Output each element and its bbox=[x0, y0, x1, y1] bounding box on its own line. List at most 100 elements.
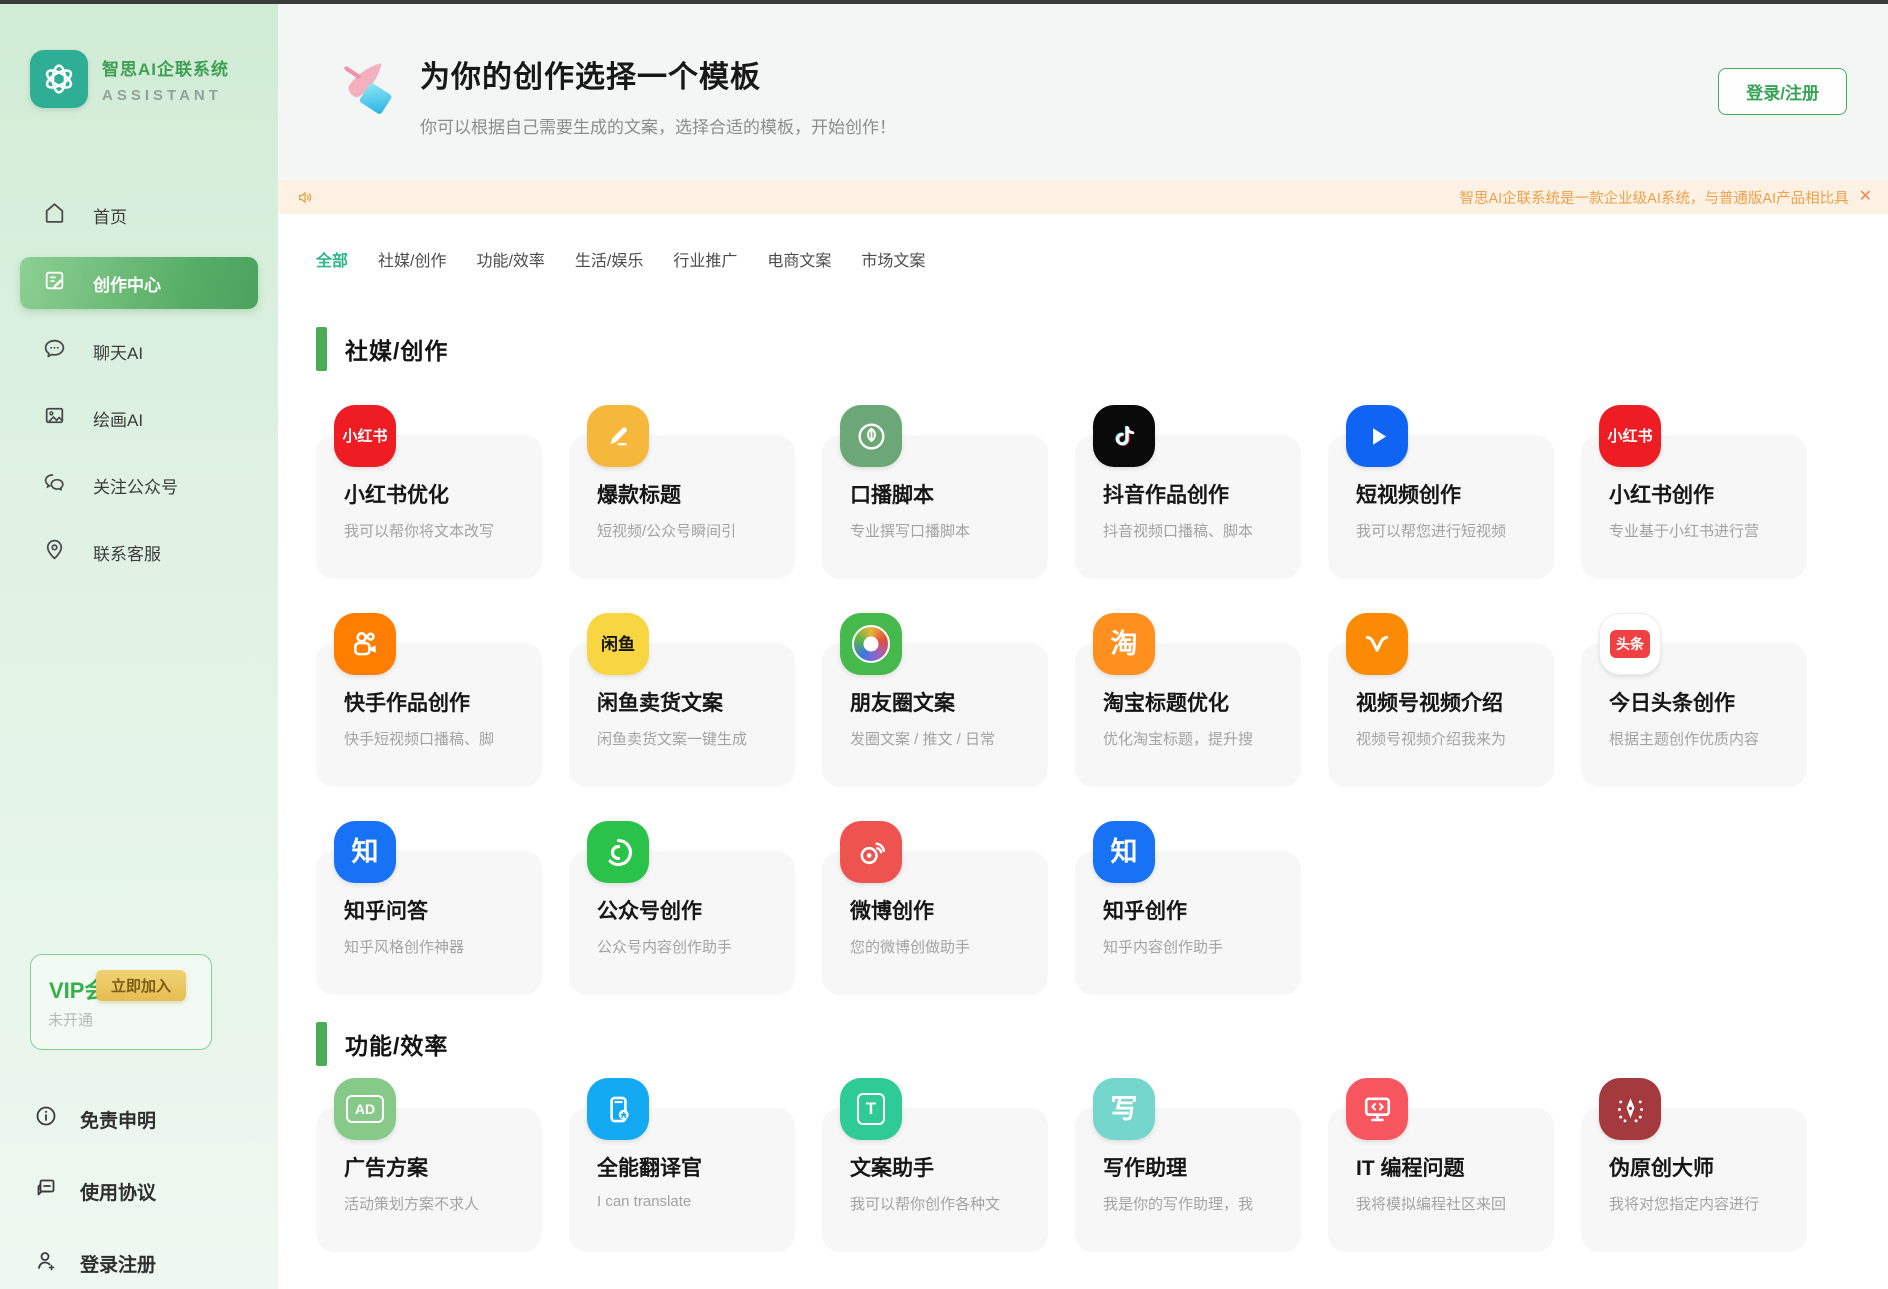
template-card-口播脚本[interactable]: 口播脚本专业撰写口播脚本 bbox=[822, 405, 1048, 579]
sidebar-item-绘画AI[interactable]: 绘画AI bbox=[0, 393, 278, 443]
template-grid: AD 广告方案活动策划方案不求人 全能翻译官 I can translate T 文案助手… bbox=[316, 1078, 1808, 1252]
sidebar-item-创作中心[interactable]: 创作中心 bbox=[20, 257, 258, 309]
template-card-今日头条创作[interactable]: 头条 今日头条创作 根据主题创作优质内容 bbox=[1581, 613, 1807, 787]
pencil-icon bbox=[587, 405, 649, 467]
template-card-广告方案[interactable]: AD 广告方案活动策划方案不求人 bbox=[316, 1078, 542, 1252]
section-header: 社媒/创作 bbox=[316, 327, 1808, 371]
info-icon bbox=[34, 1104, 58, 1134]
tab-电商文案[interactable]: 电商文案 bbox=[767, 247, 831, 271]
section-title: 社媒/创作 bbox=[345, 338, 449, 364]
template-card-IT 编程问题[interactable]: IT 编程问题我将模拟编程社区来回 bbox=[1328, 1078, 1554, 1252]
tab-社媒/创作[interactable]: 社媒/创作 bbox=[378, 247, 446, 271]
zhihu-icon: 知 bbox=[1093, 821, 1155, 883]
card-desc: 快手短视频口播稿、脚 bbox=[344, 731, 495, 748]
translator-icon bbox=[587, 1078, 649, 1140]
card-desc: 我将模拟编程社区来回 bbox=[1356, 1196, 1507, 1213]
card-desc: 专业撰写口播脚本 bbox=[850, 523, 971, 540]
sidebar-link-登录注册[interactable]: 登录注册 bbox=[0, 1240, 278, 1286]
template-card-伪原创大师[interactable]: 伪原创大师我将对您指定内容进行 bbox=[1581, 1078, 1807, 1252]
card-title: 视频号视频介绍 bbox=[1356, 692, 1503, 715]
tab-市场文案[interactable]: 市场文案 bbox=[861, 247, 925, 271]
login-register-button[interactable]: 登录/注册 bbox=[1718, 68, 1847, 115]
sidebar-item-label: 关注公众号 bbox=[93, 477, 178, 497]
card-title: 文案助手 bbox=[850, 1157, 934, 1180]
card-title: 今日头条创作 bbox=[1609, 692, 1735, 715]
template-card-爆款标题[interactable]: 爆款标题 短视频/公众号瞬间引 bbox=[569, 405, 795, 579]
xiaohongshu-icon: 小红书 bbox=[1599, 405, 1661, 467]
card-desc: 根据主题创作优质内容 bbox=[1609, 731, 1760, 748]
sidebar-item-label: 绘画AI bbox=[93, 410, 144, 430]
template-card-快手作品创作[interactable]: 快手作品创作快手短视频口播稿、脚 bbox=[316, 613, 542, 787]
it-monitor-icon bbox=[1346, 1078, 1408, 1140]
wechat-channels-icon bbox=[1346, 613, 1408, 675]
card-desc: 我将对您指定内容进行 bbox=[1609, 1196, 1760, 1213]
card-desc: 我是你的写作助理，我 bbox=[1103, 1196, 1254, 1213]
xiaohongshu-icon: 小红书 bbox=[334, 405, 396, 467]
template-card-朋友圈文案[interactable]: 朋友圈文案 发圈文案 / 推文 / 日常 bbox=[822, 613, 1048, 787]
template-card-闲鱼卖货文案[interactable]: 闲鱼 闲鱼卖货文案 闲鱼卖货文案一键生成 bbox=[569, 613, 795, 787]
section-header: 功能/效率 bbox=[316, 1022, 1808, 1066]
sidebar-link-免责申明[interactable]: 免责申明 bbox=[0, 1096, 278, 1142]
tab-行业推广[interactable]: 行业推广 bbox=[673, 247, 737, 271]
close-icon[interactable]: ✕ bbox=[1859, 189, 1872, 205]
card-desc: 我可以帮您进行短视频 bbox=[1356, 523, 1507, 540]
agreement-icon bbox=[34, 1176, 58, 1206]
category-tabs: 全部 社媒/创作 功能/效率 生活/娱乐 行业推广 电商文案 市场文案 bbox=[316, 247, 1808, 271]
card-title: 小红书优化 bbox=[344, 484, 449, 507]
sidebar-link-label: 登录注册 bbox=[80, 1254, 157, 1276]
template-card-知乎创作[interactable]: 知知乎创作 知乎内容创作助手 bbox=[1075, 821, 1301, 995]
card-desc: 短视频/公众号瞬间引 bbox=[597, 523, 737, 540]
speaker-icon bbox=[298, 191, 312, 203]
vip-card[interactable]: VIP会 立即加入 未开通 bbox=[30, 954, 212, 1050]
template-card-文案助手[interactable]: T 文案助手 我可以帮你创作各种文 bbox=[822, 1078, 1048, 1252]
sidebar-item-联系客服[interactable]: 联系客服 bbox=[0, 527, 278, 577]
sidebar-item-label: 聊天AI bbox=[93, 343, 144, 363]
tab-功能/效率[interactable]: 功能/效率 bbox=[476, 247, 544, 271]
zhihu-icon: 知 bbox=[334, 821, 396, 883]
sidebar-item-首页[interactable]: 首页 bbox=[0, 190, 278, 240]
card-title: 广告方案 bbox=[344, 1157, 428, 1180]
page-title: 为你的创作选择一个模板 bbox=[420, 61, 761, 94]
card-title: 口播脚本 bbox=[850, 484, 934, 507]
app-window: 智思AI企联系统 ASSISTANT 首页 创作中心 聊天AI 绘画AI 关注公众号 联系… bbox=[0, 0, 1888, 1289]
copywriting-t-icon: T bbox=[840, 1078, 902, 1140]
announcement-bar: 智思AI企联系统是一款企业级AI系统，与普通版AI产品相比具 ✕ bbox=[278, 180, 1888, 214]
template-card-抖音作品创作[interactable]: 抖音作品创作 抖音视频口播稿、脚本 bbox=[1075, 405, 1301, 579]
template-card-全能翻译官[interactable]: 全能翻译官 I can translate bbox=[569, 1078, 795, 1252]
tab-生活/娱乐[interactable]: 生活/娱乐 bbox=[575, 247, 643, 271]
template-card-写作助理[interactable]: 写写作助理 我是你的写作助理，我 bbox=[1075, 1078, 1301, 1252]
section-title: 功能/效率 bbox=[345, 1033, 449, 1059]
vip-join-button[interactable]: 立即加入 bbox=[96, 970, 187, 1001]
ad-icon: AD bbox=[334, 1078, 396, 1140]
card-title: 快手作品创作 bbox=[344, 692, 470, 715]
sidebar-item-关注公众号[interactable]: 关注公众号 bbox=[0, 460, 278, 510]
card-desc: 活动策划方案不求人 bbox=[344, 1196, 480, 1213]
xianyu-icon: 闲鱼 bbox=[587, 613, 649, 675]
app-subtitle: ASSISTANT bbox=[102, 86, 222, 104]
template-card-小红书优化[interactable]: 小红书 小红书优化 我可以帮你将文本改写 bbox=[316, 405, 542, 579]
card-title: 闲鱼卖货文案 bbox=[597, 692, 723, 715]
card-desc: 优化淘宝标题，提升搜 bbox=[1103, 731, 1254, 748]
card-title: 淘宝标题优化 bbox=[1103, 692, 1229, 715]
sidebar-link-使用协议[interactable]: 使用协议 bbox=[0, 1168, 278, 1214]
card-title: 伪原创大师 bbox=[1609, 1157, 1714, 1180]
wechat-official-icon bbox=[587, 821, 649, 883]
user-plus-icon bbox=[34, 1248, 58, 1278]
template-card-小红书创作[interactable]: 小红书 小红书创作 专业基于小红书进行营 bbox=[1581, 405, 1807, 579]
location-pin-icon bbox=[42, 537, 67, 567]
template-card-淘宝标题优化[interactable]: 淘淘宝标题优化 优化淘宝标题，提升搜 bbox=[1075, 613, 1301, 787]
template-card-视频号视频介绍[interactable]: 视频号视频介绍 视频号视频介绍我来为 bbox=[1328, 613, 1554, 787]
template-card-微博创作[interactable]: 微博创作 您的微博创做助手 bbox=[822, 821, 1048, 995]
template-card-短视频创作[interactable]: 短视频创作我可以帮您进行短视频 bbox=[1328, 405, 1554, 579]
sidebar-item-聊天AI[interactable]: 聊天AI bbox=[0, 326, 278, 376]
template-grid: 小红书 小红书优化 我可以帮你将文本改写 爆款标题 短视频/公众号瞬间引 口播脚本 专业撰写… bbox=[316, 405, 1808, 995]
template-card-公众号创作[interactable]: 公众号创作 公众号内容创作助手 bbox=[569, 821, 795, 995]
template-card-知乎问答[interactable]: 知知乎问答 知乎风格创作神器 bbox=[316, 821, 542, 995]
edit-icon bbox=[42, 268, 67, 298]
card-title: 短视频创作 bbox=[1356, 484, 1461, 507]
card-title: 知乎创作 bbox=[1103, 900, 1187, 923]
card-title: IT 编程问题 bbox=[1356, 1157, 1465, 1180]
card-desc: 专业基于小红书进行营 bbox=[1609, 523, 1760, 540]
tab-全部[interactable]: 全部 bbox=[316, 247, 348, 271]
image-icon bbox=[42, 403, 67, 433]
